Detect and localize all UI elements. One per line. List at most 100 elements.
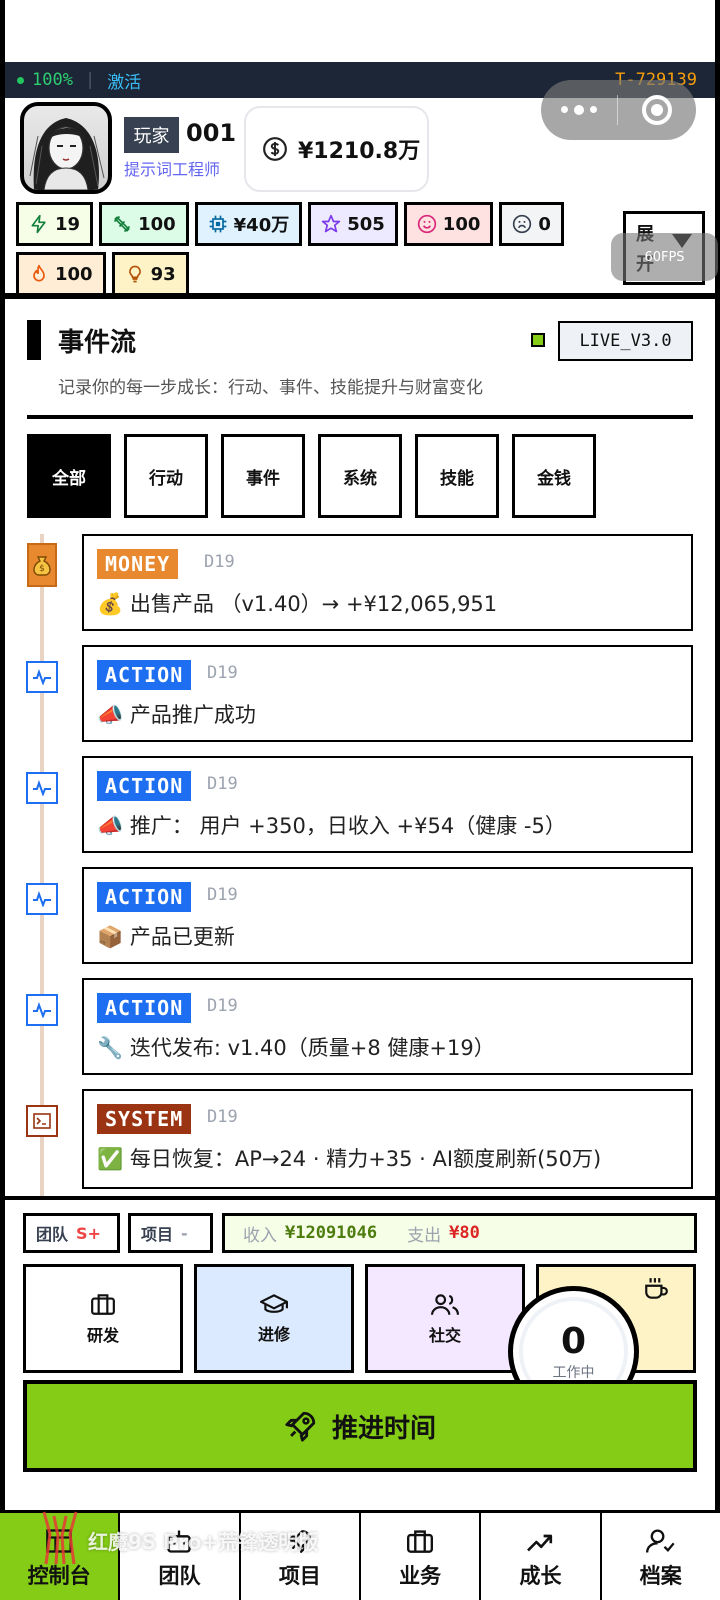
player-tag: 玩家: [124, 117, 179, 153]
fps-label: 60FPS: [644, 249, 685, 265]
nav-business[interactable]: 业务: [361, 1513, 482, 1600]
social-button[interactable]: 社交: [365, 1264, 525, 1373]
event-type-badge: ACTION: [97, 882, 192, 912]
money-bag-icon: $: [27, 543, 57, 587]
stat-happiness[interactable]: 100: [403, 202, 494, 246]
dashboard-icon: [46, 1529, 72, 1553]
stat-reputation[interactable]: 505: [308, 202, 398, 246]
status-percent: 100%: [32, 70, 73, 90]
bottom-nav: 控制台 团队 项目 业务 成长 档案: [0, 1510, 720, 1600]
advance-time-button[interactable]: 推进时间: [23, 1380, 697, 1472]
event-card[interactable]: ACTION D19 📣 产品推广成功: [82, 645, 693, 742]
briefcase-icon: [91, 1293, 115, 1315]
event-text: 🔧 迭代发布: v1.40（质量+8 健康+19）: [97, 1036, 495, 1060]
study-button[interactable]: 进修: [194, 1264, 354, 1373]
panel-subtitle: 记录你的每一步成长：行动、事件、技能提升与财富变化: [58, 378, 483, 398]
event-text: 📦 产品已更新: [97, 925, 235, 949]
terminal-icon: [26, 1105, 58, 1137]
header-divider: [0, 293, 720, 299]
nav-dashboard[interactable]: 控制台: [0, 1513, 121, 1600]
event-card[interactable]: SYSTEM D19 ✅ 每日恢复：AP→24 · 精力+35 · AI额度刷新…: [82, 1089, 693, 1189]
player-role: 提示词工程师: [124, 160, 221, 179]
team-grade: S+: [76, 1223, 101, 1243]
event-day: D19: [207, 663, 238, 683]
nav-label: 控制台: [27, 1564, 91, 1588]
nav-label: 档案: [639, 1564, 682, 1588]
star-icon: [322, 214, 341, 233]
team-grade-chip[interactable]: 团队 S+: [23, 1213, 120, 1253]
pulse-icon: [26, 772, 58, 804]
stat-value: ¥40万: [233, 215, 290, 236]
svg-text:$: $: [39, 564, 45, 574]
robot-icon: [167, 1530, 192, 1553]
bottom-divider: [0, 1196, 720, 1200]
pulse-icon: [26, 883, 58, 915]
live-indicator-icon: [531, 333, 545, 347]
nav-team[interactable]: 团队: [120, 1513, 241, 1600]
tab-event[interactable]: 事件: [221, 434, 305, 518]
event-card[interactable]: ACTION D19 🔧 迭代发布: v1.40（质量+8 健康+19）: [82, 978, 693, 1075]
timeline-line: [40, 534, 44, 1198]
frame-left-border: [0, 0, 5, 1510]
stat-ai-credit[interactable]: ¥40万: [194, 202, 303, 246]
player-number: 001: [186, 119, 237, 147]
event-card[interactable]: MONEY D19 💰 出售产品 （v1.40）→ +¥12,065,951: [82, 534, 693, 631]
activate-link[interactable]: 激活: [107, 68, 141, 93]
project-chip[interactable]: 项目 -: [128, 1213, 213, 1253]
tab-money[interactable]: 金钱: [512, 434, 596, 518]
nav-label: 团队: [158, 1564, 201, 1588]
stat-passion[interactable]: 100: [16, 252, 106, 296]
pulse-icon: [26, 661, 58, 693]
tab-skill[interactable]: 技能: [415, 434, 499, 518]
title-accent-bar: [27, 320, 41, 360]
nav-label: 成长: [519, 1564, 562, 1588]
filter-tabs: 全部 行动 事件 系统 技能 金钱: [27, 434, 596, 518]
event-day: D19: [207, 885, 238, 905]
briefcase-icon: [407, 1530, 434, 1553]
nav-label: 业务: [399, 1564, 442, 1588]
event-day: D19: [204, 552, 235, 572]
stat-stress[interactable]: 0: [499, 202, 564, 246]
coffee-icon: [645, 1277, 668, 1299]
develop-button[interactable]: 研发: [23, 1264, 183, 1373]
close-target-icon[interactable]: [618, 95, 696, 125]
project-value: -: [181, 1223, 188, 1243]
project-label: 项目: [141, 1225, 174, 1244]
working-label: 工作中: [552, 1364, 595, 1381]
stat-energy[interactable]: 19: [16, 202, 94, 246]
panel-divider: [27, 415, 693, 419]
stat-value: 19: [55, 213, 81, 235]
dumbbell-icon: [113, 215, 131, 233]
miniapp-capsule: [541, 80, 696, 140]
event-card[interactable]: ACTION D19 📦 产品已更新: [82, 867, 693, 964]
income-expense-bar: 收入 ¥12091046 支出 ¥80: [222, 1213, 697, 1253]
nav-project[interactable]: 项目: [241, 1513, 361, 1600]
event-day: D19: [207, 996, 238, 1016]
tab-action[interactable]: 行动: [124, 434, 208, 518]
nav-profile[interactable]: 档案: [602, 1513, 720, 1600]
expense-value: ¥80: [449, 1223, 480, 1243]
stat-inspiration[interactable]: 93: [111, 252, 189, 296]
online-dot-icon: [17, 76, 24, 84]
event-card[interactable]: ACTION D19 📣 推广： 用户 +350，日收入 +¥54（健康 -5）: [82, 756, 693, 853]
tab-all[interactable]: 全部: [27, 434, 111, 518]
tab-system[interactable]: 系统: [318, 434, 402, 518]
expense-label: 支出: [407, 1225, 442, 1246]
cash-value: ¥1210.8万: [298, 139, 421, 164]
smile-icon: [417, 214, 436, 234]
income-value: ¥12091046: [285, 1223, 378, 1243]
advance-label: 推进时间: [331, 1413, 436, 1444]
cash-box[interactable]: ¥1210.8万: [244, 106, 429, 192]
stat-fitness[interactable]: 100: [99, 202, 189, 246]
avatar[interactable]: [20, 102, 112, 194]
fps-indicator: 60FPS: [611, 233, 718, 281]
event-type-badge: ACTION: [97, 993, 192, 1023]
user-check-icon: [645, 1529, 675, 1553]
event-type-badge: MONEY: [97, 549, 179, 579]
frown-icon: [513, 214, 532, 234]
more-dots-icon[interactable]: [541, 104, 617, 115]
nav-growth[interactable]: 成长: [481, 1513, 602, 1600]
dollar-circle-icon: [263, 137, 287, 161]
event-text: 💰 出售产品 （v1.40）→ +¥12,065,951: [97, 592, 498, 616]
pulse-icon: [26, 994, 58, 1026]
